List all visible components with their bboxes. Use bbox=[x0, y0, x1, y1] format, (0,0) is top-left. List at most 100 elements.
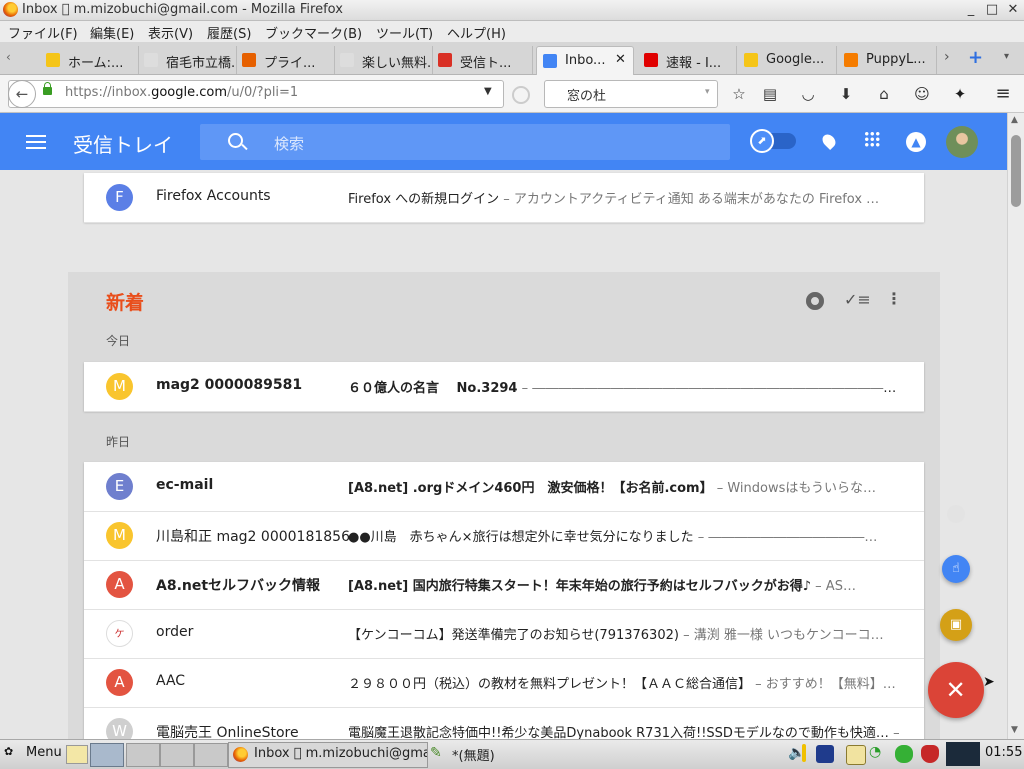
sender-name: A8.netセルフバック情報 bbox=[156, 578, 321, 594]
firewall-shield-icon[interactable] bbox=[921, 745, 939, 763]
new-tab-icon[interactable]: + bbox=[968, 47, 983, 68]
tab-favicon-icon bbox=[844, 53, 858, 67]
download-icon[interactable]: ⬇ bbox=[836, 84, 856, 104]
tab-list-icon[interactable]: ▾ bbox=[1004, 51, 1009, 62]
tab-item[interactable]: Google... bbox=[738, 46, 837, 74]
scroll-thumb[interactable] bbox=[1011, 135, 1021, 207]
event-fab[interactable]: ▣ bbox=[940, 609, 972, 641]
list-item[interactable]: E ec-mail [A8.net] .orgドメイン460円 激安価格！【お名… bbox=[84, 462, 924, 512]
menu-history[interactable]: 履歴(S) bbox=[207, 23, 251, 42]
tab-item[interactable]: プライ... bbox=[236, 46, 335, 74]
compose-button[interactable]: + bbox=[928, 662, 984, 718]
list-item[interactable]: ケ order 【ケンコーコム】発送準備完了のお知らせ(791376302) –… bbox=[84, 609, 924, 659]
minimize-button[interactable]: _ bbox=[962, 1, 980, 19]
tab-scroll-right-icon[interactable]: › bbox=[944, 49, 950, 65]
network-monitor-icon[interactable] bbox=[816, 745, 834, 763]
tab-item[interactable]: 受信ト... bbox=[432, 46, 533, 74]
twitter-icon[interactable]: ✦ bbox=[950, 84, 970, 104]
menu-bookmarks[interactable]: ブックマーク(B) bbox=[265, 23, 362, 42]
hamburger-menu-icon[interactable]: ≡ bbox=[993, 84, 1013, 104]
menu-edit[interactable]: 編集(E) bbox=[90, 23, 134, 42]
menu-help[interactable]: ヘルプ(H) bbox=[447, 23, 506, 42]
tab-label: 宿毛市立橋... bbox=[166, 56, 237, 71]
taskbar-firefox-window[interactable]: Inbox   m.mizobuchi@gmai bbox=[228, 742, 428, 768]
taskbar-firefox-label: Inbox   m.mizobuchi@gmai bbox=[254, 746, 428, 761]
home-icon[interactable]: ⌂ bbox=[874, 84, 894, 104]
email-card[interactable]: F Firefox Accounts Firefox への新規ログイン – アカ… bbox=[84, 173, 924, 223]
workspace-4[interactable] bbox=[194, 743, 228, 767]
email-card[interactable]: E ec-mail [A8.net] .orgドメイン460円 激安価格！【お名… bbox=[84, 462, 924, 739]
reload-icon[interactable] bbox=[512, 86, 530, 104]
fab-hidden-action[interactable] bbox=[947, 505, 965, 523]
lock-icon[interactable] bbox=[43, 82, 52, 95]
search-input[interactable]: 検索 bbox=[200, 124, 730, 160]
reading-list-icon[interactable]: ▤ bbox=[760, 84, 780, 104]
workspace-1[interactable] bbox=[90, 743, 124, 767]
search-engine-dropdown-icon[interactable]: ▾ bbox=[705, 87, 710, 97]
main-menu-icon[interactable] bbox=[26, 135, 46, 137]
tab-item[interactable]: PuppyL... bbox=[838, 46, 937, 74]
notifications-icon[interactable]: ▲ bbox=[906, 132, 926, 152]
search-engine-box[interactable]: 窓の杜 ▾ bbox=[544, 80, 718, 108]
email-card[interactable]: M mag2 0000089581 ６０億人の名言 No.3294 – ――――… bbox=[84, 362, 924, 412]
sender-name: Firefox Accounts bbox=[156, 188, 271, 204]
maximize-button[interactable]: □ bbox=[983, 1, 1001, 19]
start-menu-icon[interactable]: ✿ bbox=[4, 745, 13, 767]
file-manager-icon[interactable] bbox=[66, 745, 88, 764]
apps-grid-icon[interactable] bbox=[864, 131, 880, 147]
tab-close-icon[interactable]: ✕ bbox=[615, 52, 626, 67]
url-dropdown-icon[interactable]: ▼ bbox=[484, 86, 492, 97]
list-item[interactable]: M mag2 0000089581 ６０億人の名言 No.3294 – ――――… bbox=[84, 362, 924, 412]
clipboard-icon[interactable] bbox=[846, 745, 866, 765]
tab-item[interactable]: 宿毛市立橋... bbox=[138, 46, 237, 74]
search-placeholder[interactable]: 検索 bbox=[274, 133, 304, 154]
bookmark-star-icon[interactable]: ☆ bbox=[729, 84, 749, 104]
sweep-icon[interactable]: ✓≡ bbox=[844, 290, 871, 309]
scroll-down-icon[interactable]: ▼ bbox=[1011, 725, 1018, 735]
tab-item-active[interactable]: Inbo... ✕ bbox=[536, 46, 634, 75]
avatar[interactable] bbox=[946, 126, 978, 158]
list-item[interactable]: A A8.netセルフバック情報 [A8.net] 国内旅行特集スタート！年末年… bbox=[84, 560, 924, 610]
sender-avatar: M bbox=[106, 522, 133, 549]
workspace-2[interactable] bbox=[126, 743, 160, 767]
reminder-fab[interactable]: ☝ bbox=[942, 555, 970, 583]
search-icon[interactable] bbox=[228, 133, 243, 148]
start-menu-button[interactable]: Menu bbox=[26, 745, 62, 767]
page-scrollbar[interactable]: ▲ ▼ bbox=[1007, 113, 1024, 739]
sender-avatar: W bbox=[106, 718, 133, 739]
menu-view[interactable]: 表示(V) bbox=[148, 23, 193, 42]
list-item[interactable]: W 電脳売王 OnlineStore 電脳魔王退散記念特価中!!希少な美品Dyn… bbox=[84, 707, 924, 739]
menu-tools[interactable]: ツール(T) bbox=[376, 23, 433, 42]
workspace-3[interactable] bbox=[160, 743, 194, 767]
sender-name: AAC bbox=[156, 673, 186, 689]
url-bar[interactable]: ← https://inbox.google.com/u/0/?pli=1 ▼ bbox=[8, 80, 504, 108]
tab-item[interactable]: ホーム:... bbox=[40, 46, 139, 74]
tab-item[interactable]: 楽しい無料... bbox=[334, 46, 433, 74]
battery-icon[interactable] bbox=[895, 745, 913, 763]
more-vert-icon[interactable]: ⋮ bbox=[886, 289, 902, 308]
menu-file[interactable]: ファイル(F) bbox=[8, 23, 78, 42]
url-text[interactable]: https://inbox.google.com/u/0/?pli=1 bbox=[65, 85, 298, 100]
pocket-icon[interactable]: ◡ bbox=[798, 84, 818, 104]
tab-label: Inbo... bbox=[565, 53, 606, 68]
sender-name: ec-mail bbox=[156, 477, 214, 493]
cpu-monitor-icon[interactable] bbox=[946, 742, 980, 766]
list-item[interactable]: A AAC ２９８００円（税込）の教材を無料プレゼント！【ＡＡＣ総合通信】 – … bbox=[84, 658, 924, 708]
window-titlebar[interactable]: Inbox   m.mizobuchi@gmail.com - Mozilla … bbox=[0, 0, 1024, 21]
list-item[interactable]: F Firefox Accounts Firefox への新規ログイン – アカ… bbox=[84, 173, 924, 223]
close-window-button[interactable]: ✕ bbox=[1004, 1, 1022, 19]
taskbar-editor-window[interactable]: ✎ *(無題) bbox=[428, 742, 568, 766]
search-engine-text[interactable]: 窓の杜 bbox=[567, 85, 606, 104]
pinned-toggle[interactable]: ⬈ bbox=[750, 129, 796, 153]
wifi-icon[interactable]: ◔ bbox=[869, 744, 881, 760]
tab-scroll-left-icon[interactable]: ‹ bbox=[6, 50, 11, 64]
gear-icon[interactable] bbox=[806, 292, 824, 310]
scroll-up-icon[interactable]: ▲ bbox=[1011, 115, 1018, 125]
sender-name: 川島和正 mag2 0000181856 bbox=[156, 529, 350, 545]
tab-label: PuppyL... bbox=[866, 52, 926, 67]
hangouts-icon[interactable] bbox=[819, 131, 839, 151]
list-item[interactable]: M 川島和正 mag2 0000181856 ●●川島 赤ちゃん×旅行は想定外に… bbox=[84, 511, 924, 561]
back-arrow-icon[interactable]: ← bbox=[8, 80, 36, 108]
chat-icon[interactable]: ☺ bbox=[912, 84, 932, 104]
tab-item[interactable]: 速報 - I... bbox=[638, 46, 737, 74]
